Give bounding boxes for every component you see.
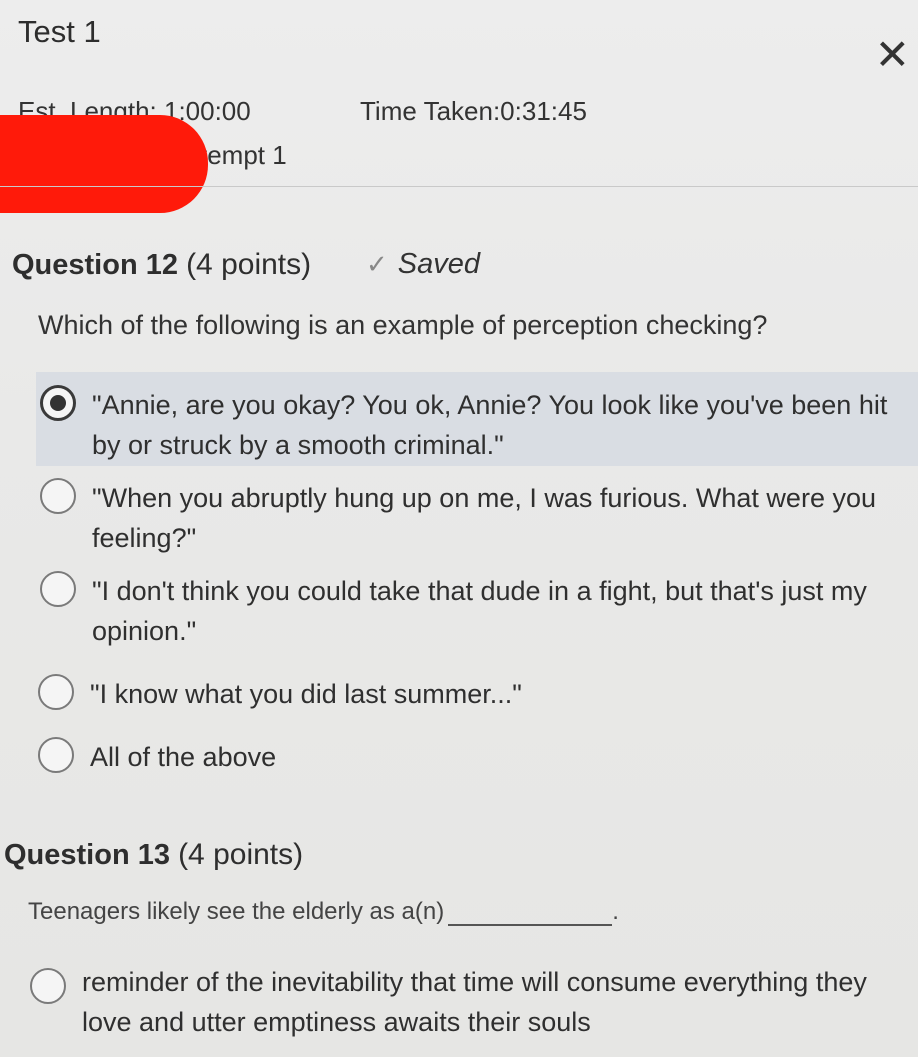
header-divider (0, 186, 918, 187)
question-points: (4 points) (178, 838, 304, 871)
question-13-prompt: Teenagers likely see the elderly as a(n)… (28, 898, 619, 926)
radio-unselected[interactable] (40, 571, 76, 607)
option-label: "I don't think you could take that dude … (92, 576, 867, 646)
question-label: Question 13 (4, 839, 170, 871)
radio-selected[interactable] (40, 385, 76, 421)
option-5[interactable]: All of the above (38, 737, 898, 777)
prompt-text: Teenagers likely see the elderly as a(n) (28, 898, 445, 925)
fill-in-blank (448, 906, 613, 926)
option-label: All of the above (90, 742, 277, 772)
question-label: Question 12 (12, 249, 178, 281)
option-label: "Annie, are you okay? You ok, Annie? You… (92, 390, 888, 460)
saved-label: Saved (397, 248, 481, 280)
checkmark-icon: ✓ (366, 249, 388, 279)
question-13-heading: Question 13 (4 points) (4, 838, 303, 872)
q13-option-1[interactable]: reminder of the inevitability that time … (30, 962, 906, 1042)
test-title: Test 1 (18, 14, 101, 49)
question-points: (4 points) (186, 248, 312, 281)
saved-status: ✓ Saved (366, 248, 480, 281)
option-label: "I know what you did last summer..." (90, 679, 522, 709)
close-icon[interactable]: ✕ (875, 34, 910, 76)
option-1[interactable]: "Annie, are you okay? You ok, Annie? You… (40, 385, 908, 465)
radio-unselected[interactable] (40, 478, 76, 514)
question-12-heading: Question 12 (4 points) (12, 248, 311, 282)
option-4[interactable]: "I know what you did last summer..." (38, 674, 898, 714)
radio-unselected[interactable] (30, 968, 66, 1004)
redaction-mark (0, 115, 208, 213)
time-taken: Time Taken:0:31:45 (360, 96, 587, 126)
radio-unselected[interactable] (38, 737, 74, 773)
option-2[interactable]: "When you abruptly hung up on me, I was … (40, 478, 908, 558)
option-3[interactable]: "I don't think you could take that dude … (40, 571, 912, 651)
attempt-label: tempt 1 (200, 140, 287, 170)
radio-unselected[interactable] (38, 674, 74, 710)
question-12-prompt: Which of the following is an example of … (38, 310, 768, 340)
prompt-end: . (612, 898, 619, 925)
option-label: reminder of the inevitability that time … (82, 967, 867, 1037)
option-label: "When you abruptly hung up on me, I was … (92, 483, 876, 553)
